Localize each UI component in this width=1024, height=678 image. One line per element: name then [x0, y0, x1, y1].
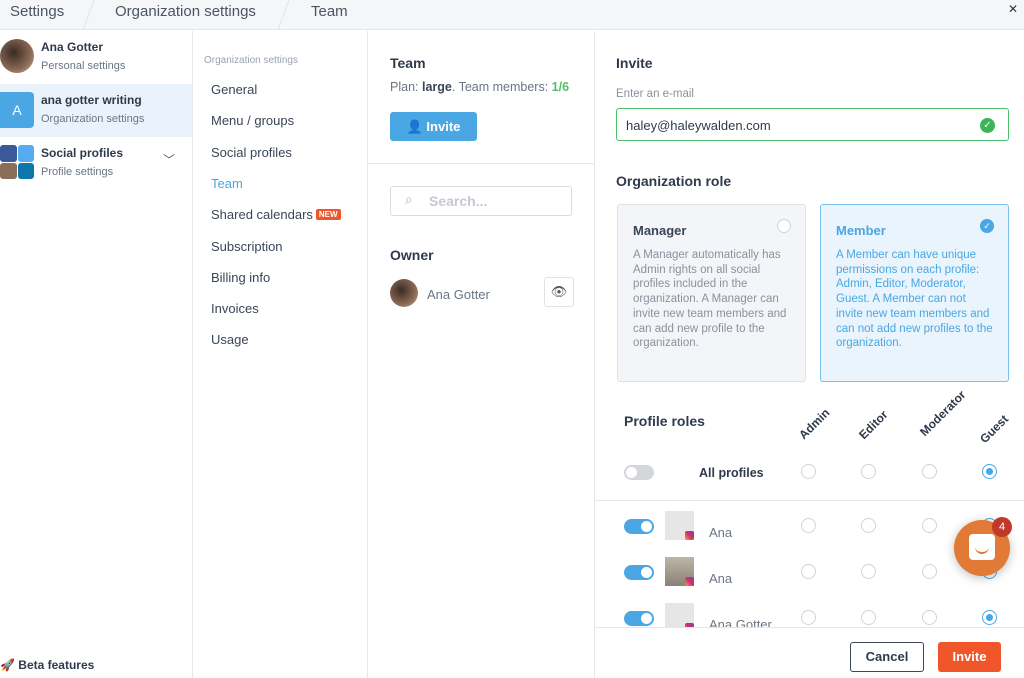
- nav-item-shared-calendars[interactable]: Shared calendars NEW: [211, 207, 341, 222]
- profile-avatar: [665, 557, 694, 586]
- chevron-down-icon[interactable]: ﹀: [163, 151, 175, 168]
- search-input[interactable]: ⌕ Search...: [390, 186, 572, 216]
- radio-guest[interactable]: [982, 464, 997, 479]
- owner-title: Owner: [390, 247, 434, 263]
- invite-button[interactable]: 👤 Invite: [390, 112, 477, 141]
- account-name: Social profiles: [41, 146, 124, 160]
- avatar: [0, 39, 34, 73]
- eye-icon: 👁: [550, 284, 568, 299]
- profile-toggle[interactable]: [624, 611, 654, 626]
- divider: [82, 0, 95, 30]
- role-column-guest: Guest: [977, 412, 1012, 446]
- role-column-admin: Admin: [796, 405, 833, 442]
- role-column-editor: Editor: [856, 407, 891, 442]
- nav-heading: Organization settings: [204, 55, 298, 66]
- profile-roles-title: Profile roles: [624, 413, 705, 429]
- nav-item-usage[interactable]: Usage: [211, 332, 249, 347]
- nav-label: Social profiles: [211, 144, 292, 160]
- nav-label: Billing info: [211, 269, 271, 285]
- nav-label: Team: [211, 175, 243, 191]
- radio-moderator[interactable]: [922, 564, 937, 579]
- avatar: [390, 279, 418, 307]
- beta-label: Beta features: [18, 658, 95, 672]
- nav-item-subscription[interactable]: Subscription: [211, 239, 283, 254]
- radio-editor[interactable]: [861, 610, 876, 625]
- divider: [277, 0, 290, 30]
- view-button[interactable]: 👁: [544, 277, 574, 307]
- nav-label: Invoices: [211, 301, 259, 317]
- profile-name: Ana: [709, 525, 733, 540]
- invite-label: Invite: [426, 119, 461, 134]
- add-user-icon: 👤: [406, 119, 423, 134]
- radio-editor[interactable]: [861, 464, 876, 479]
- instagram-icon: [685, 577, 694, 586]
- cancel-button[interactable]: Cancel: [850, 642, 924, 672]
- role-column-moderator: Moderator: [917, 387, 969, 439]
- divider: [368, 163, 594, 164]
- radio-moderator[interactable]: [922, 518, 937, 533]
- account-sidebar: Ana Gotter Personal settings A ana gotte…: [0, 31, 193, 678]
- plan-info: Plan: large. Team members: 1/6: [390, 80, 570, 94]
- account-subtitle: Organization settings: [41, 113, 145, 125]
- account-social-profiles[interactable]: Social profiles Profile settings ﹀: [0, 137, 192, 190]
- nav-item-invoices[interactable]: Invoices: [211, 301, 259, 316]
- search-icon: ⌕: [405, 191, 413, 207]
- chat-icon: [969, 534, 995, 560]
- instagram-icon: [685, 531, 694, 540]
- profile-roles: Profile roles Admin Editor Moderator Guest A…: [595, 0, 1024, 678]
- account-name: Ana Gotter: [41, 40, 104, 54]
- profile-avatar: [665, 511, 694, 540]
- new-badge: NEW: [315, 209, 341, 221]
- nav-label: Subscription: [211, 238, 283, 254]
- radio-guest[interactable]: [982, 610, 997, 625]
- nav-label: General: [211, 82, 258, 97]
- radio-admin[interactable]: [801, 564, 816, 579]
- owner-name: Ana Gotter: [427, 287, 490, 302]
- breadcrumb-team: Team: [311, 3, 348, 20]
- notification-badge: 4: [992, 517, 1012, 537]
- profile-toggle[interactable]: [624, 465, 654, 480]
- nav-label: Shared calendars: [211, 207, 313, 223]
- divider: [595, 500, 1024, 501]
- radio-editor[interactable]: [861, 518, 876, 533]
- account-name: ana gotter writing: [41, 93, 142, 107]
- settings-nav: Organization settings General Menu / grou…: [193, 31, 368, 678]
- nav-item-team[interactable]: Team: [211, 176, 243, 191]
- profile-toggle[interactable]: [624, 565, 654, 580]
- social-icons: [0, 145, 34, 179]
- breadcrumb-settings[interactable]: Settings: [10, 3, 64, 20]
- rocket-icon: 🚀: [0, 658, 15, 672]
- send-invite-button[interactable]: Invite: [938, 642, 1001, 672]
- account-subtitle: Profile settings: [41, 166, 114, 178]
- nav-item-social-profiles[interactable]: Social profiles: [211, 145, 292, 160]
- team-panel: Team Plan: large. Team members: 1/6 👤 In…: [368, 31, 595, 678]
- account-subtitle: Personal settings: [41, 60, 126, 72]
- radio-moderator[interactable]: [922, 610, 937, 625]
- footer: Cancel Invite: [595, 627, 1024, 678]
- nav-label: Menu / groups: [211, 113, 295, 129]
- avatar: A: [0, 92, 34, 128]
- nav-item-menu-groups[interactable]: Menu / groups: [211, 113, 294, 128]
- radio-moderator[interactable]: [922, 464, 937, 479]
- nav-item-billing-info[interactable]: Billing info: [211, 270, 270, 285]
- profile-toggle[interactable]: [624, 519, 654, 534]
- radio-editor[interactable]: [861, 564, 876, 579]
- account-organization[interactable]: A ana gotter writing Organization settin…: [0, 84, 192, 137]
- nav-label: Usage: [211, 332, 249, 348]
- beta-features-link[interactable]: 🚀 Beta features: [0, 658, 94, 672]
- account-personal[interactable]: Ana Gotter Personal settings: [0, 31, 192, 84]
- team-title: Team: [390, 55, 426, 71]
- radio-admin[interactable]: [801, 464, 816, 479]
- profile-name: Ana: [709, 571, 733, 586]
- radio-admin[interactable]: [801, 518, 816, 533]
- nav-item-general[interactable]: General: [211, 82, 257, 97]
- radio-admin[interactable]: [801, 610, 816, 625]
- breadcrumb-organization-settings[interactable]: Organization settings: [115, 3, 256, 20]
- search-placeholder: Search...: [429, 193, 488, 209]
- all-profiles-label: All profiles: [699, 466, 764, 480]
